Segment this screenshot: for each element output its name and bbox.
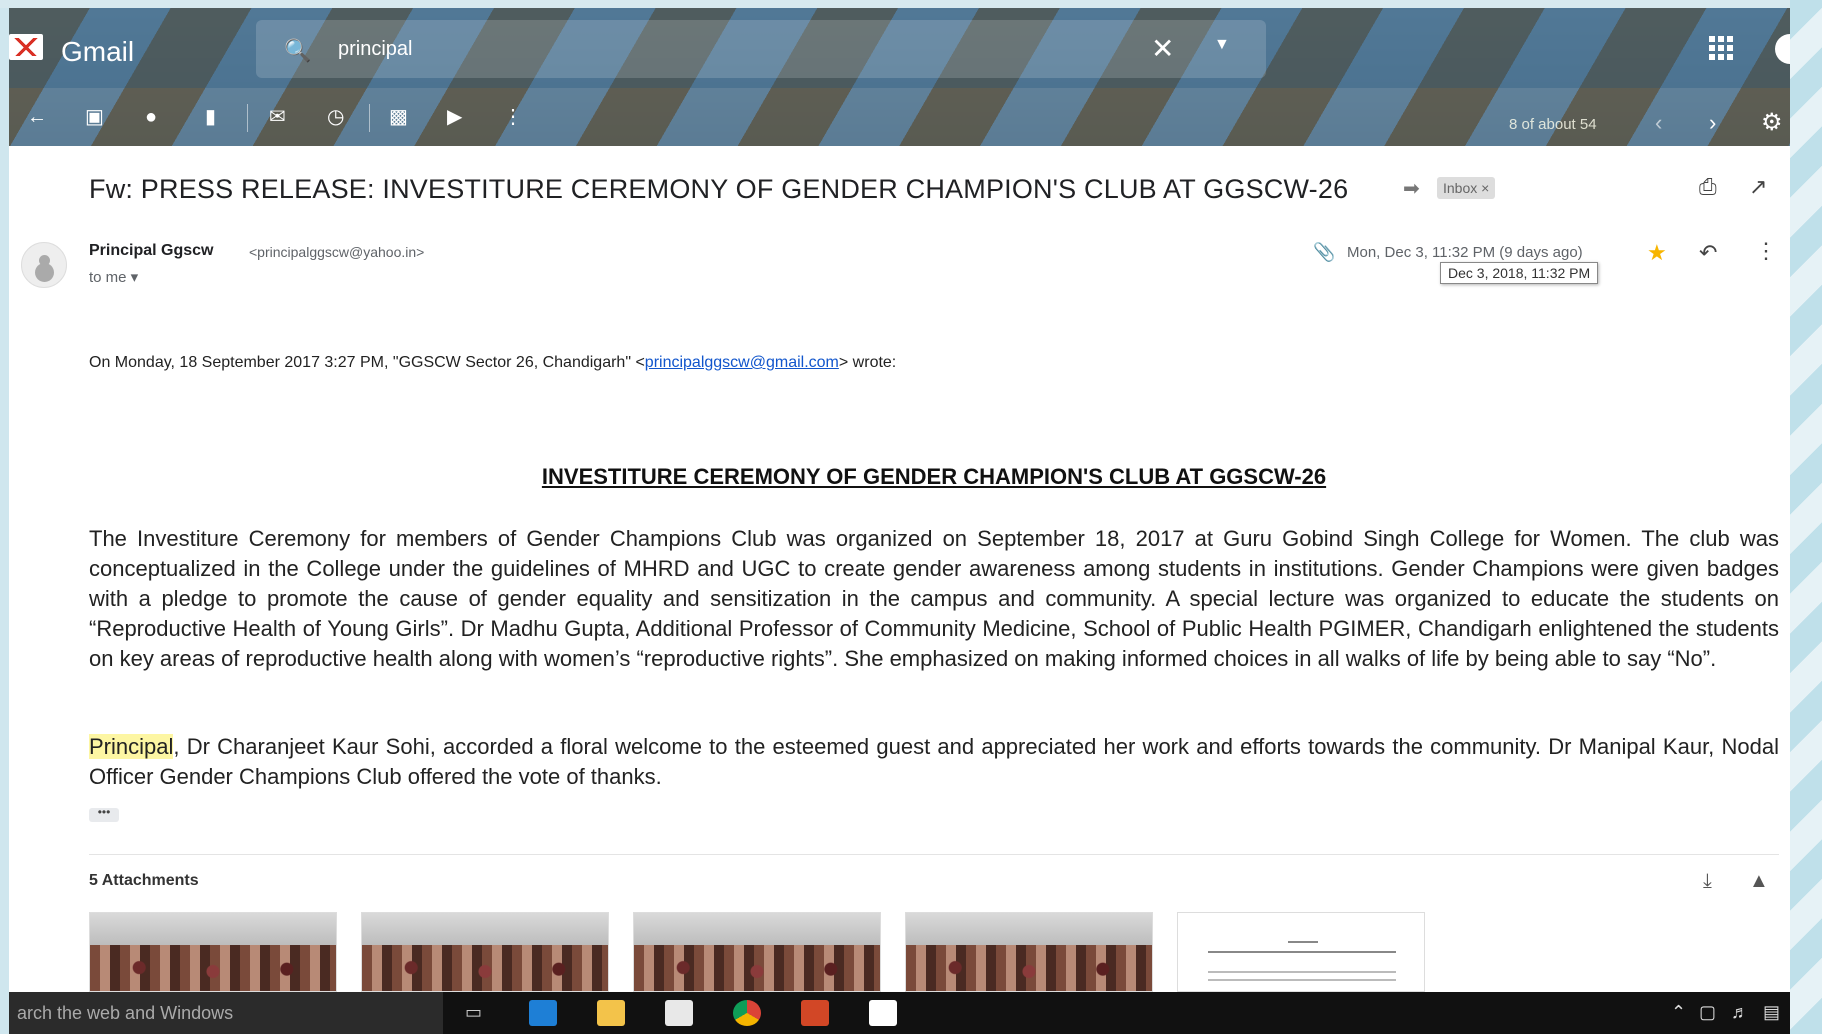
app-name[interactable]: Gmail [61,36,134,68]
sender-avatar[interactable] [21,242,67,288]
windows-taskbar: arch the web and Windows ▭ ⌃ ▢ ♬ ▤ [9,992,1790,1034]
message-subject: Fw: PRESS RELEASE: INVESTITURE CEREMONY … [89,174,1349,204]
label-icon[interactable]: ▶ [447,106,462,128]
search-box[interactable]: 🔍 ✕ ▼ [256,20,1266,78]
inbox-label-badge[interactable]: Inbox × [1437,177,1496,199]
star-icon[interactable]: ★ [1647,240,1667,266]
clear-search-icon[interactable]: ✕ [1151,32,1174,65]
recipient-details-toggle[interactable]: to me ▾ [89,268,138,286]
toolbar-divider [247,104,248,132]
back-arrow-icon[interactable]: ← [27,106,47,128]
body-paragraph-2: Principal, Dr Charanjeet Kaur Sohi, acco… [89,734,1779,789]
attachment-thumbnail[interactable] [361,912,609,992]
search-highlight: Principal [89,734,174,759]
chrome-icon[interactable] [733,1000,761,1026]
pagination-count: 8 of about 54 [1509,116,1597,133]
toolbar-divider [369,104,370,132]
download-all-icon[interactable]: ⤓ [1703,870,1712,893]
search-input[interactable] [338,32,1158,66]
google-apps-icon[interactable] [1709,36,1733,60]
open-new-window-icon[interactable]: ↗ [1749,174,1767,200]
print-icon[interactable]: ⎙ [1699,174,1717,200]
save-to-drive-icon[interactable]: ▲ [1749,870,1769,893]
move-to-icon[interactable]: ▩ [389,106,408,128]
quoted-email-link[interactable]: principalggscw@gmail.com [645,354,839,371]
message-view: Fw: PRESS RELEASE: INVESTITURE CEREMONY … [9,146,1790,992]
edge-icon[interactable] [529,1000,557,1026]
important-marker-icon[interactable]: ➡ [1403,176,1420,201]
gmail-header: Gmail 🔍 ✕ ▼ ← ▣ ● ▮ ✉ ◷ ▩ ▶ ⋮ 8 of about… [9,8,1790,146]
snooze-icon[interactable]: ◷ [327,106,344,128]
show-trimmed-content-button[interactable]: ••• [89,806,119,822]
window-top-border [0,0,1822,8]
report-spam-icon[interactable]: ● [145,106,157,128]
reply-icon[interactable]: ↶ [1699,240,1717,266]
older-chevron-icon[interactable]: › [1709,110,1716,136]
attachments-divider [89,854,1779,855]
message-date: Mon, Dec 3, 11:32 PM (9 days ago) [1347,244,1583,261]
search-options-icon[interactable]: ▼ [1214,36,1230,54]
attachment-thumbnail[interactable] [633,912,881,992]
powerpoint-icon[interactable] [801,1000,829,1026]
photos-icon[interactable] [869,1000,897,1026]
sender-email: <principalggscw@yahoo.in> [249,244,425,260]
task-view-icon[interactable]: ▭ [465,1002,482,1023]
notifications-icon[interactable]: ▤ [1763,1002,1780,1023]
taskbar-search-box[interactable]: arch the web and Windows [9,992,443,1034]
search-icon[interactable]: 🔍 [284,38,311,64]
file-explorer-icon[interactable] [597,1000,625,1026]
gmail-logo-icon[interactable] [9,34,43,60]
newer-chevron-icon[interactable]: ‹ [1655,110,1662,136]
date-tooltip: Dec 3, 2018, 11:32 PM [1440,262,1599,284]
network-icon[interactable]: ▢ [1699,1002,1716,1023]
press-release-title: INVESTITURE CEREMONY OF GENDER CHAMPION'… [541,464,1327,489]
attachments-title: 5 Attachments [89,872,199,889]
delete-icon[interactable]: ▮ [205,106,216,128]
attachment-thumbnail[interactable] [89,912,337,992]
settings-gear-icon[interactable]: ⚙ [1761,108,1783,137]
show-hidden-icons-icon[interactable]: ⌃ [1671,1002,1686,1023]
more-options-icon[interactable]: ⋮ [1755,238,1777,264]
sender-name[interactable]: Principal Ggscw [89,242,213,260]
volume-icon[interactable]: ♬ [1731,1002,1749,1023]
desktop-background [1790,0,1822,1034]
body-paragraph-1: The Investiture Ceremony for members of … [89,526,1779,671]
attachment-thumbnail[interactable] [1177,912,1425,992]
archive-icon[interactable]: ▣ [85,106,104,128]
attachment-icon: 📎 [1313,242,1336,262]
quoted-header: On Monday, 18 September 2017 3:27 PM, "G… [89,354,897,371]
more-actions-icon[interactable]: ⋮ [503,106,523,128]
mark-unread-icon[interactable]: ✉ [269,106,286,128]
attachment-thumbnail[interactable] [905,912,1153,992]
store-icon[interactable] [665,1000,693,1026]
